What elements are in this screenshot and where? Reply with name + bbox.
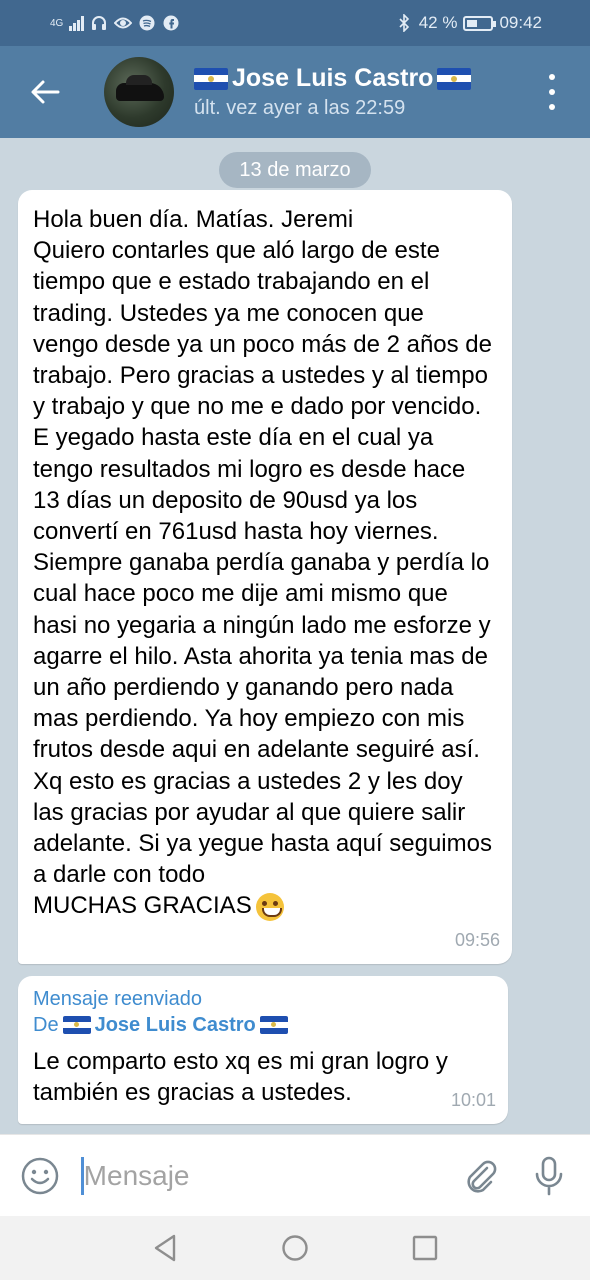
more-vert-icon bbox=[549, 74, 555, 80]
status-bar: 4G 42 % 09:42 bbox=[0, 0, 590, 46]
signal-icon bbox=[69, 15, 85, 31]
message-time: 10:01 bbox=[450, 1089, 496, 1110]
bluetooth-icon bbox=[395, 14, 413, 32]
attach-icon bbox=[466, 1160, 496, 1193]
message-time: 09:56 bbox=[454, 929, 500, 950]
battery-percent: 42 % bbox=[418, 13, 458, 32]
back-arrow-icon bbox=[31, 80, 60, 104]
el-salvador-flag-icon bbox=[259, 1016, 288, 1034]
spotify-icon bbox=[138, 14, 156, 32]
voice-message-button[interactable] bbox=[514, 1135, 584, 1217]
el-salvador-flag-icon bbox=[437, 67, 472, 90]
status-right-icons: 42 % 09:42 bbox=[395, 13, 542, 33]
nav-recents-icon bbox=[412, 1235, 438, 1261]
network-type-label: 4G bbox=[50, 17, 64, 29]
el-salvador-flag-icon bbox=[194, 67, 228, 90]
forwarded-from[interactable]: De Jose Luis Castro bbox=[33, 1012, 490, 1038]
mic-icon bbox=[535, 1156, 563, 1195]
message-text: Le comparto esto xq es mi gran logro y t… bbox=[33, 1048, 448, 1107]
attach-button[interactable] bbox=[445, 1135, 515, 1217]
forwarded-from-name: Jose Luis Castro bbox=[94, 1014, 256, 1036]
last-seen-status: últ. vez ayer a las 22:59 bbox=[194, 97, 406, 119]
battery-icon bbox=[463, 15, 497, 31]
nav-back-button[interactable] bbox=[145, 1228, 185, 1268]
nav-home-icon bbox=[282, 1235, 308, 1261]
emoji-button[interactable] bbox=[0, 1135, 81, 1217]
forwarded-from-prefix: De bbox=[33, 1014, 59, 1036]
more-options-button[interactable] bbox=[542, 74, 562, 110]
date-separator: 13 de marzo bbox=[219, 152, 371, 188]
chat-header: Jose Luis Castro últ. vez ayer a las 22:… bbox=[0, 46, 590, 138]
emoji-icon bbox=[22, 1157, 59, 1194]
message-text: Hola buen día. Matías. Jeremi Quiero con… bbox=[33, 206, 492, 922]
facebook-icon bbox=[162, 14, 180, 32]
clock: 09:42 bbox=[499, 13, 542, 32]
nav-home-button[interactable] bbox=[275, 1228, 315, 1268]
contact-avatar[interactable] bbox=[104, 57, 174, 127]
system-nav-bar bbox=[0, 1216, 590, 1280]
contact-name-text: Jose Luis Castro bbox=[232, 64, 434, 92]
nav-back-icon bbox=[154, 1234, 176, 1262]
chat-area[interactable]: 13 de marzo Hola buen día. Matías. Jerem… bbox=[0, 138, 590, 1134]
forwarded-label: Mensaje reenviado bbox=[33, 988, 202, 1010]
message-bubble[interactable]: Hola buen día. Matías. Jeremi Quiero con… bbox=[18, 190, 512, 964]
message-input[interactable] bbox=[80, 1156, 445, 1195]
grinning-emoji-icon bbox=[255, 893, 284, 922]
message-composer bbox=[0, 1134, 590, 1216]
contact-info[interactable]: Jose Luis Castro últ. vez ayer a las 22:… bbox=[194, 64, 472, 120]
el-salvador-flag-icon bbox=[62, 1016, 91, 1034]
eye-icon bbox=[114, 14, 133, 32]
headphones-icon bbox=[90, 14, 108, 32]
nav-recents-button[interactable] bbox=[405, 1228, 445, 1268]
contact-name: Jose Luis Castro bbox=[194, 64, 472, 93]
back-button[interactable] bbox=[0, 46, 90, 138]
status-left-icons: 4G bbox=[50, 14, 180, 32]
forwarded-message-bubble[interactable]: Mensaje reenviado De Jose Luis Castro Le… bbox=[18, 976, 508, 1124]
